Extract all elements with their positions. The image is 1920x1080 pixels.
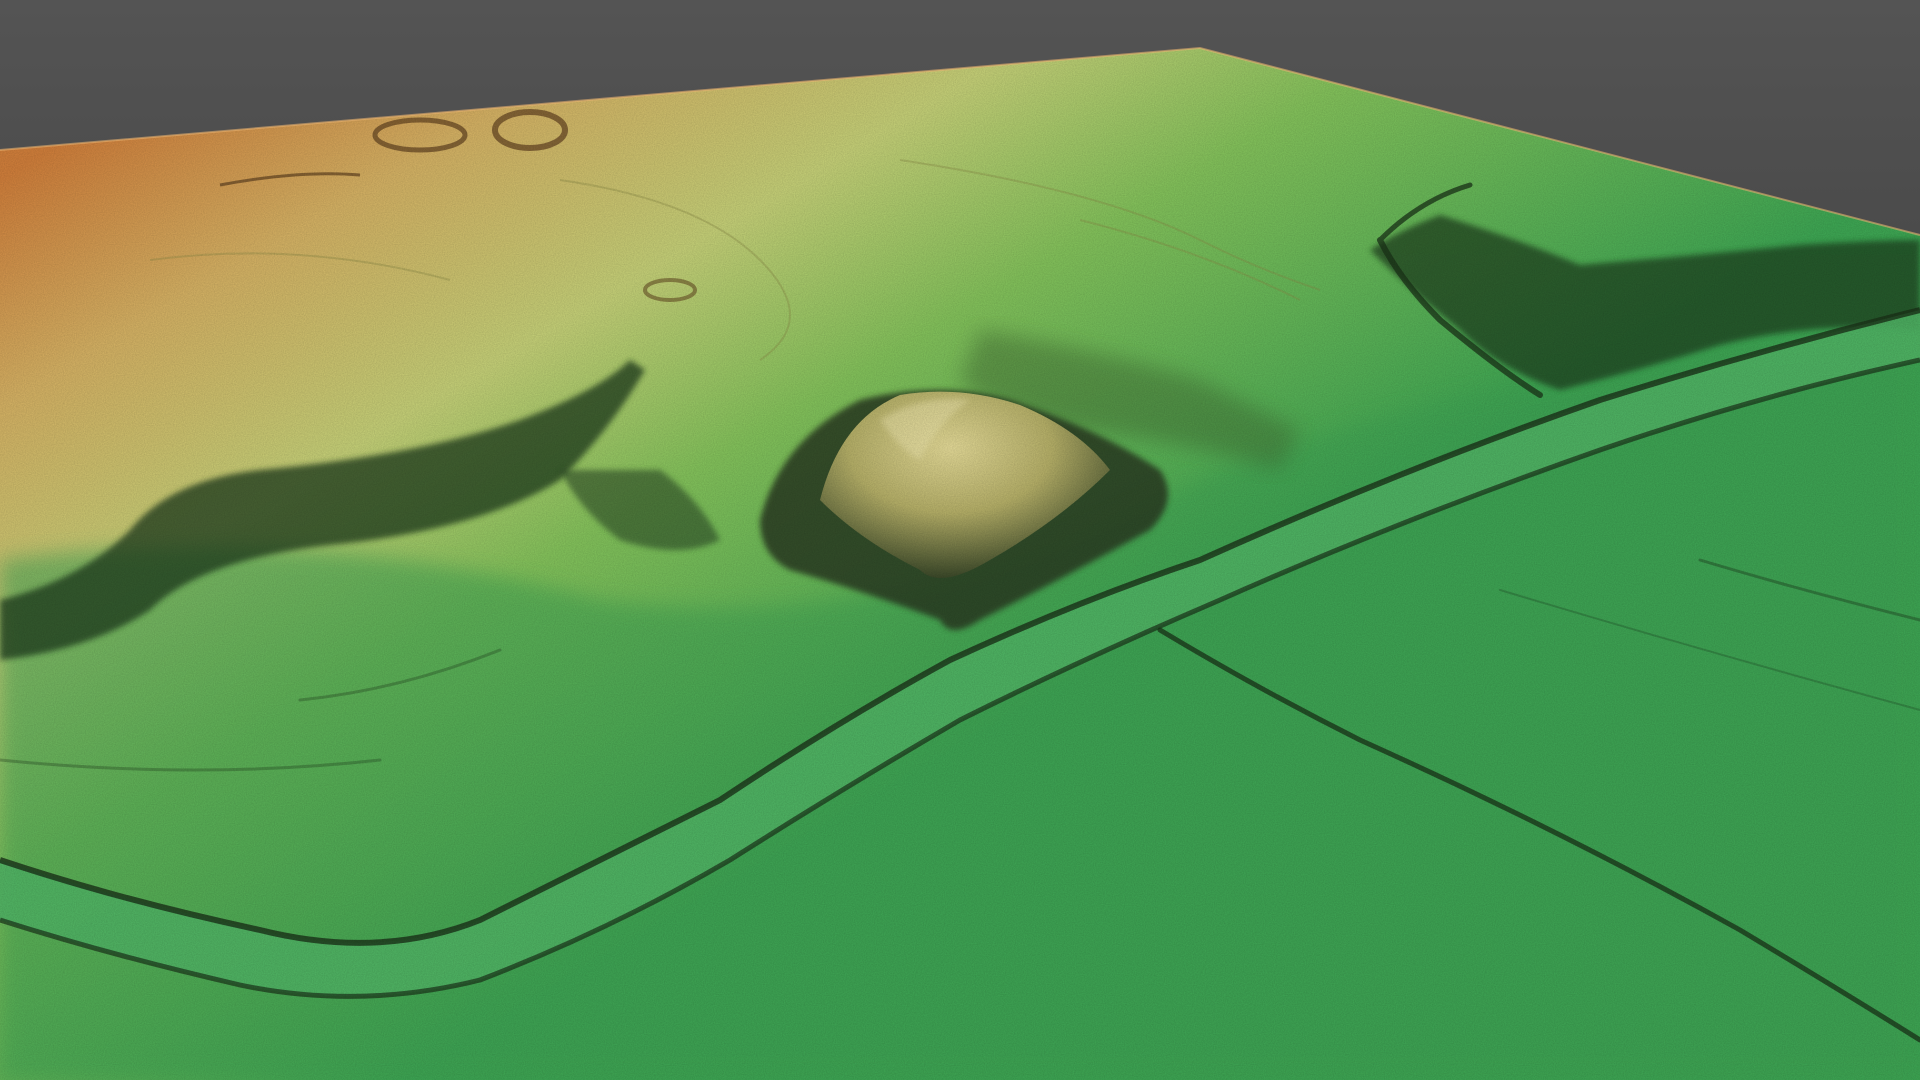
terrain-render <box>0 0 1920 1080</box>
terrain-viewport[interactable] <box>0 0 1920 1080</box>
terrain-surface <box>0 48 1920 1080</box>
